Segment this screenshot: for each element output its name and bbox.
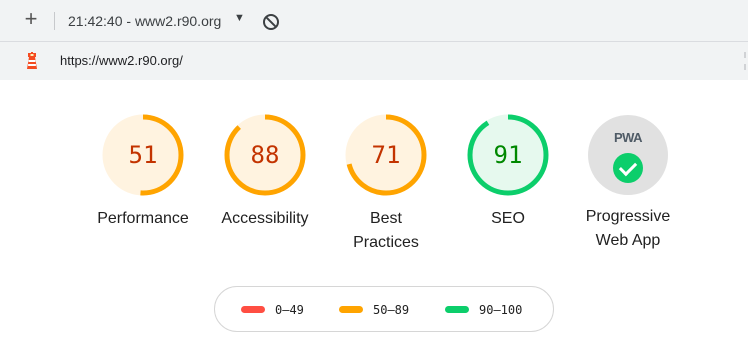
report-url-bar: https://www2.r90.org/: [0, 42, 748, 80]
report-session-select[interactable]: 21:42:40 - www2.r90.org: [68, 13, 221, 29]
gauge-performance-ring: 51: [101, 113, 185, 197]
gauge-performance-label-line: Performance: [97, 210, 189, 227]
gauge-best-practices-label: Best Practices: [321, 207, 451, 255]
legend-swatch-fail: [241, 306, 265, 314]
gauge-accessibility-score: 88: [250, 141, 280, 169]
pwa-badge: PWA: [588, 115, 668, 195]
gauge-best-practices-label-line: Practices: [353, 234, 419, 251]
gauge-performance-label: Performance: [78, 207, 208, 231]
gauge-accessibility-label: Accessibility: [200, 207, 330, 231]
pwa-label-line-1: Progressive: [585, 208, 671, 225]
gauge-best-practices-score: 71: [371, 141, 401, 169]
legend-range-fail: 0–49: [275, 302, 304, 317]
window-edge-handle: [742, 42, 748, 80]
legend-swatch-average: [339, 306, 363, 314]
gauge-accessibility[interactable]: 88 Accessibility: [200, 113, 330, 231]
gauge-accessibility-label-line: Accessibility: [221, 210, 309, 227]
gauge-performance[interactable]: 51 Performance: [78, 113, 208, 231]
gauge-best-practices-label-line: Best: [369, 210, 402, 227]
pwa-label-line-2: Web App: [595, 232, 661, 249]
gauge-seo-label-line: SEO: [491, 210, 525, 227]
pwa-label: Progressive Web App: [563, 205, 693, 253]
gauge-seo[interactable]: 91 SEO: [443, 113, 573, 231]
pwa-badge-text: PWA: [613, 130, 643, 145]
score-legend: 0–49 50–89 90–100: [214, 286, 554, 332]
gauge-accessibility-ring: 88: [223, 113, 307, 197]
report-url-link[interactable]: https://www2.r90.org/: [60, 53, 183, 68]
gauge-seo-ring: 91: [466, 113, 550, 197]
gauge-best-practices-ring: 71: [344, 113, 428, 197]
block-icon[interactable]: [263, 14, 279, 30]
lighthouse-icon: [27, 52, 37, 69]
plus-icon[interactable]: +: [20, 8, 42, 30]
toolbar-divider: [54, 12, 55, 30]
lighthouse-report: + 21:42:40 - www2.r90.org ▼ https://www2…: [0, 0, 748, 349]
legend-item-fail: 0–49: [241, 301, 304, 317]
legend-swatch-pass: [445, 306, 469, 314]
gauge-performance-score: 51: [128, 141, 158, 169]
gauge-seo-score: 91: [493, 141, 523, 169]
legend-item-average: 50–89: [339, 301, 409, 317]
legend-range-average: 50–89: [373, 302, 410, 317]
gauge-seo-label: SEO: [443, 207, 573, 231]
caret-down-icon[interactable]: ▼: [234, 12, 245, 24]
report-toolbar: + 21:42:40 - www2.r90.org ▼: [0, 0, 748, 42]
gauge-best-practices[interactable]: 71 Best Practices: [321, 113, 451, 255]
legend-item-pass: 90–100: [445, 301, 522, 317]
pwa-category[interactable]: PWA Progressive Web App: [563, 113, 693, 253]
legend-range-pass: 90–100: [479, 302, 523, 317]
check-icon: [613, 153, 643, 183]
